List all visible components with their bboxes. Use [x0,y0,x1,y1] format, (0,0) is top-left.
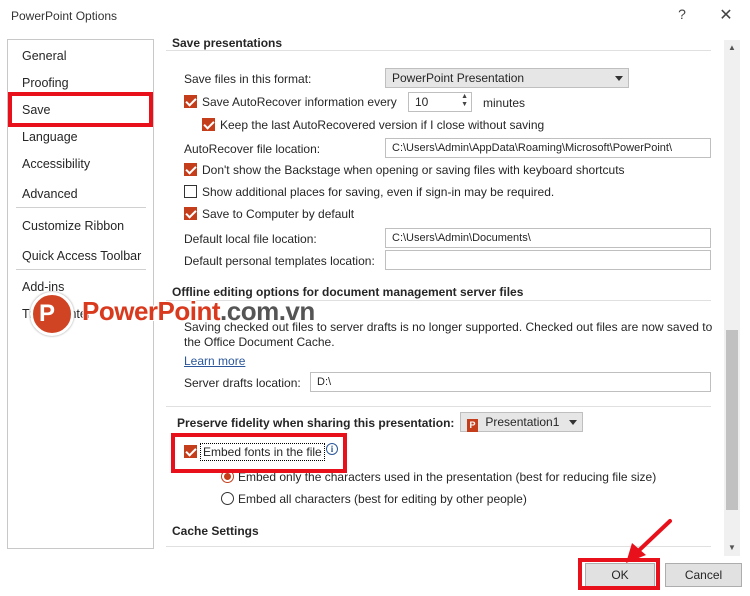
save-format-dropdown[interactable]: PowerPoint Presentation [385,68,629,88]
scrollbar-thumb[interactable] [726,330,738,510]
logo-letter: P [39,300,56,327]
watermark-text: PowerPoint.com.vn [82,296,315,327]
sidebar-divider [16,269,146,270]
annotation-arrow-icon [626,519,672,563]
info-icon[interactable]: i [326,443,338,455]
watermark-logo: P PowerPoint.com.vn [30,292,320,336]
cancel-button[interactable]: Cancel [665,563,742,587]
keep-last-version-checkbox[interactable] [202,118,215,131]
offline-note-line2: the Office Document Cache. [184,335,335,349]
embed-all-characters-label: Embed all characters (best for editing b… [238,492,527,506]
autorecover-label: Save AutoRecover information every [202,95,397,109]
help-button[interactable]: ? [672,6,692,26]
sidebar-item-proofing[interactable]: Proofing [22,76,69,90]
server-drafts-input[interactable]: D:\ [310,372,711,392]
sidebar-item-customize-ribbon[interactable]: Customize Ribbon [22,219,124,233]
section-heading-fidelity: Preserve fidelity when sharing this pres… [177,416,455,430]
sidebar-item-save[interactable]: Save [22,103,51,117]
section-divider [166,50,711,51]
default-local-location-label: Default local file location: [184,232,317,246]
presentation-value: Presentation1 [485,415,560,429]
autorecover-location-label: AutoRecover file location: [184,142,321,156]
embed-fonts-checkbox[interactable] [184,445,197,458]
spinner-arrows-icon[interactable]: ▲ ▼ [461,93,468,109]
learn-more-link[interactable]: Learn more [184,354,245,368]
autorecover-location-input[interactable]: C:\Users\Admin\AppData\Roaming\Microsoft… [385,138,711,158]
minutes-label: minutes [483,96,526,110]
sidebar-item-general[interactable]: General [22,49,66,63]
powerpoint-file-icon: P [467,419,478,432]
save-to-computer-label: Save to Computer by default [202,207,355,221]
additional-places-label: Show additional places for saving, even … [202,185,555,199]
sidebar-item-accessibility[interactable]: Accessibility [22,157,90,171]
embed-only-used-label: Embed only the characters used in the pr… [238,470,657,484]
server-drafts-label: Server drafts location: [184,376,301,390]
autorecover-minutes-value: 10 [415,95,429,109]
save-format-label: Save files in this format: [184,72,312,86]
powerpoint-logo-icon: P [30,292,74,336]
scroll-down-arrow-icon[interactable]: ▼ [724,540,740,556]
watermark-suffix: .com.vn [220,296,315,326]
backstage-label: Don't show the Backstage when opening or… [202,163,625,177]
save-to-computer-checkbox[interactable] [184,207,197,220]
autorecover-minutes-spinner[interactable]: 10 ▲ ▼ [408,92,472,112]
default-local-location-input[interactable]: C:\Users\Admin\Documents\ [385,228,711,248]
presentation-dropdown[interactable]: P Presentation1 [460,412,583,432]
scroll-up-arrow-icon[interactable]: ▲ [724,40,740,56]
chevron-down-icon [615,76,623,81]
chevron-down-icon [569,420,577,425]
keep-last-version-label: Keep the last AutoRecovered version if I… [220,118,545,132]
window-title: PowerPoint Options [11,9,118,23]
section-divider [166,406,711,407]
autorecover-checkbox[interactable] [184,95,197,108]
title-bar: PowerPoint Options ? ✕ [0,0,750,32]
section-heading-save-presentations: Save presentations [172,36,283,50]
sidebar-item-advanced[interactable]: Advanced [22,187,78,201]
embed-all-characters-radio[interactable] [221,492,234,505]
save-format-value: PowerPoint Presentation [392,71,525,85]
section-heading-cache: Cache Settings [172,524,259,538]
sidebar-divider [16,207,146,208]
embed-only-used-radio[interactable] [221,470,234,483]
watermark-brand: PowerPoint [82,296,221,326]
templates-location-input[interactable] [385,250,711,270]
ok-button[interactable]: OK [585,563,655,587]
sidebar-item-quick-access-toolbar[interactable]: Quick Access Toolbar [22,249,141,263]
additional-places-checkbox[interactable] [184,185,197,198]
vertical-scrollbar[interactable]: ▲ ▼ [724,40,740,556]
sidebar-item-language[interactable]: Language [22,130,78,144]
close-button[interactable]: ✕ [714,5,738,27]
backstage-checkbox[interactable] [184,163,197,176]
templates-location-label: Default personal templates location: [184,254,375,268]
embed-fonts-label[interactable]: Embed fonts in the file [200,443,325,461]
